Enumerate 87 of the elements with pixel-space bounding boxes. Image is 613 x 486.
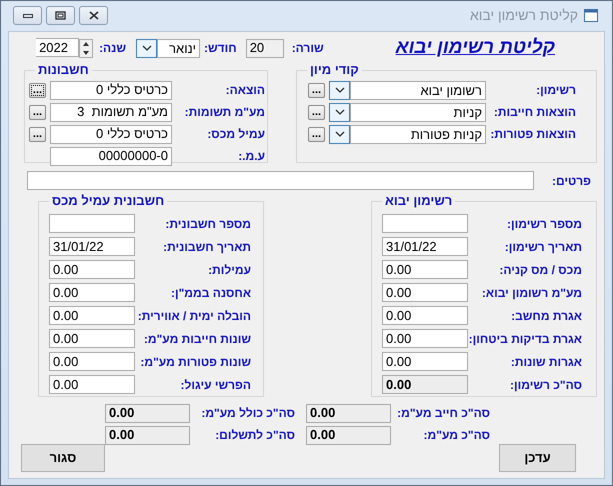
text-field[interactable] <box>382 214 468 233</box>
field-label: עמילות: <box>207 262 251 278</box>
chevron-down-icon <box>334 131 344 137</box>
browse-button[interactable]: ... <box>308 82 325 98</box>
field-label: מספר חשבונית: <box>164 216 251 232</box>
total-label: סה"כ לתשלום: <box>214 427 295 444</box>
field-label: מע"מ תשומות: <box>184 104 265 121</box>
field-label: אגרת בדיקות ביטחון: <box>468 330 582 348</box>
text-field[interactable]: 0.00 <box>49 283 135 302</box>
field-label: הוצאה: <box>224 82 265 99</box>
text-field[interactable]: 00000000-0 <box>50 146 172 166</box>
field-label: תאריך רשימון: <box>504 238 582 256</box>
field-label: עמיל מכס: <box>206 126 265 143</box>
spinner-arrows-icon <box>79 39 94 58</box>
field-label: מע"מ רשומון יבוא: <box>480 284 582 302</box>
browse-button[interactable]: ... <box>29 82 46 98</box>
field-label: רשימון: <box>535 82 576 99</box>
action-button[interactable]: סגור <box>21 444 105 472</box>
total-field[interactable]: 0.00 <box>105 404 190 422</box>
total-label: סה"כ מע"מ: <box>422 427 490 444</box>
text-field[interactable]: כרטיס כללי 0 <box>50 80 172 100</box>
text-field[interactable]: 0.00 <box>49 352 135 371</box>
field-label: אחסנה בממ"ן: <box>170 284 251 302</box>
text-field[interactable]: 0.00 <box>382 352 468 371</box>
group-title: חשבונית עמיל מכס <box>51 194 166 208</box>
group-title: קודי מיון <box>309 63 360 77</box>
text-field[interactable]: 0.00 <box>49 306 135 325</box>
chevron-down-icon <box>334 87 344 93</box>
field-label: ע.מ.: <box>237 148 265 165</box>
field-label: תאריך חשבונית: <box>162 238 251 256</box>
row-label: שורה: <box>292 40 324 57</box>
text-field[interactable]: מע"מ תשומות 3 <box>50 102 172 122</box>
window-title: קליטת רשימון יבוא <box>470 6 578 25</box>
text-field[interactable]: 31/01/22 <box>49 237 135 256</box>
text-field[interactable]: כרטיס כללי 0 <box>50 124 172 144</box>
form-title: קליטת רשימון יבוא <box>396 36 555 60</box>
field-label: שונות פטורות מע"מ: <box>139 354 251 370</box>
dropdown-button[interactable] <box>136 38 158 58</box>
maximize-button[interactable] <box>46 6 75 24</box>
field-label: סה"כ רשימון: <box>509 376 582 394</box>
text-field[interactable] <box>49 214 135 233</box>
field-label: שונות חייבות מע"מ: <box>142 330 251 348</box>
details-label: פרטים: <box>550 172 591 190</box>
details-field[interactable] <box>27 171 534 190</box>
dropdown-button[interactable] <box>329 80 350 100</box>
year-field[interactable]: 2022 <box>36 38 80 57</box>
field-label: הובלה ימית / אווירית: <box>136 308 251 324</box>
action-button[interactable]: עדכן <box>499 444 576 472</box>
dropdown-button[interactable] <box>329 124 350 144</box>
field-label: הפרשי עיגול: <box>180 376 251 394</box>
restore-icon <box>55 10 66 20</box>
group-title: רשימון יבוא <box>384 194 454 208</box>
minimize-button[interactable] <box>13 6 42 24</box>
month-label: חודש: <box>204 40 237 57</box>
total-field[interactable]: 0.00 <box>306 426 391 444</box>
total-label: סה"כ כולל מע"מ: <box>200 405 295 422</box>
group-title: חשבונות <box>37 63 90 77</box>
field-label: הוצאות פטורות: <box>489 126 576 143</box>
text-field[interactable]: 31/01/22 <box>382 237 468 256</box>
field-label: אגרת מחשב: <box>510 308 582 324</box>
close-icon <box>88 10 98 20</box>
total-label: סה"כ חייב מע"מ: <box>396 405 490 422</box>
field-label: הוצאות חייבות: <box>492 104 576 121</box>
browse-button[interactable]: ... <box>29 126 46 142</box>
text-field[interactable]: 0.00 <box>382 260 468 279</box>
total-field[interactable]: 0.00 <box>306 404 391 422</box>
close-button[interactable] <box>79 6 108 24</box>
chevron-down-icon <box>142 45 152 51</box>
total-field[interactable]: 0.00 <box>105 426 190 444</box>
window-icon <box>584 8 598 22</box>
chevron-down-icon <box>334 109 344 115</box>
text-field[interactable]: 0.00 <box>49 260 135 279</box>
text-field[interactable]: 0.00 <box>49 375 135 394</box>
field-label: מספר רשימון: <box>506 216 582 232</box>
year-label: שנה: <box>99 40 126 57</box>
text-field[interactable]: 0.00 <box>382 329 468 348</box>
browse-button[interactable]: ... <box>308 126 325 142</box>
dropdown-button[interactable] <box>329 102 350 122</box>
field-label: אגרות שונות: <box>510 354 582 370</box>
field-label: מכס / מס קניה: <box>498 262 582 278</box>
browse-button[interactable]: ... <box>29 104 46 120</box>
text-field[interactable]: 0.00 <box>382 283 468 302</box>
total-field[interactable]: 0.00 <box>382 375 468 394</box>
text-field[interactable]: 0.00 <box>382 306 468 325</box>
text-field[interactable]: 0.00 <box>49 329 135 348</box>
row-field[interactable]: 20 <box>246 38 284 58</box>
browse-button[interactable]: ... <box>308 104 325 120</box>
